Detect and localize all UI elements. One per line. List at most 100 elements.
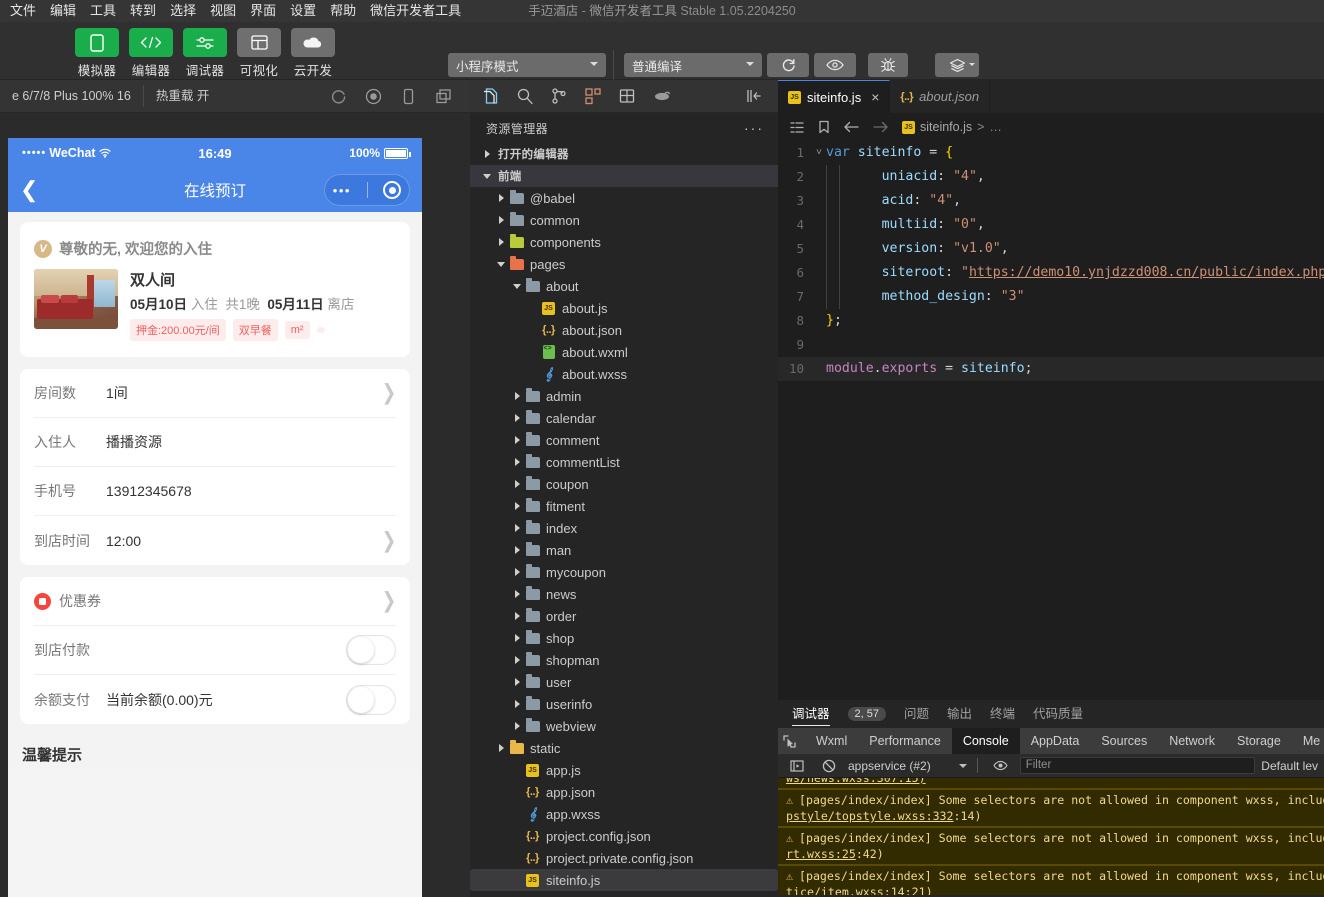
outline-icon[interactable] — [790, 121, 804, 134]
explorer-folder-row[interactable]: man — [470, 539, 778, 561]
window-icon[interactable] — [435, 88, 452, 105]
explorer-folder-row[interactable]: static — [470, 737, 778, 759]
explorer-folder-row[interactable]: pages — [470, 253, 778, 275]
source-control-icon[interactable] — [550, 87, 568, 105]
explorer-folder-row[interactable]: shop — [470, 627, 778, 649]
form-row-arrival[interactable]: 到店时间 12:00 ❯ — [34, 516, 396, 565]
chevron-right-icon[interactable] — [510, 502, 524, 510]
breadcrumb-file[interactable]: JS siteinfo.js > … — [902, 120, 1002, 134]
coupon-row[interactable]: 优惠券 ❯ — [34, 577, 396, 626]
code-line[interactable]: 7 method_design: "3" — [778, 285, 1324, 309]
toolbar-editor-button[interactable]: 编辑器 — [129, 28, 173, 79]
chevron-right-icon[interactable] — [494, 216, 508, 224]
explorer-folder-row[interactable]: commentList — [470, 451, 778, 473]
mode-select[interactable]: 小程序模式 — [448, 53, 606, 77]
console-context-select[interactable]: appservice (#2) — [848, 759, 967, 773]
close-icon[interactable]: × — [871, 89, 879, 105]
devtools-tab-storage[interactable]: Storage — [1226, 728, 1292, 754]
explorer-folder-row[interactable]: comment — [470, 429, 778, 451]
explorer-folder-row[interactable]: calendar — [470, 407, 778, 429]
tab-problems[interactable]: 问题 — [904, 700, 929, 728]
toolbar-simulator-button[interactable]: 模拟器 — [75, 28, 119, 79]
explorer-file-row[interactable]: JSapp.js — [470, 759, 778, 781]
devtools-tab-appdata[interactable]: AppData — [1020, 728, 1091, 754]
devtools-tab-console[interactable]: Console — [952, 728, 1020, 754]
console-link[interactable]: tice/item.wxss:14 — [786, 885, 905, 895]
explorer-file-row[interactable]: 𝄞about.wxss — [470, 363, 778, 385]
code-line[interactable]: 2 uniacid: "4", — [778, 165, 1324, 189]
phone-outline-icon[interactable] — [400, 88, 417, 105]
code-line[interactable]: 4 multiid: "0", — [778, 213, 1324, 237]
explorer-folder-row[interactable]: components — [470, 231, 778, 253]
chevron-right-icon[interactable] — [510, 414, 524, 422]
code-line[interactable]: 3 acid: "4", — [778, 189, 1324, 213]
chevron-right-icon[interactable] — [510, 722, 524, 730]
console-link[interactable]: ws/news.wxss:307:15) — [786, 778, 926, 785]
form-row-rooms[interactable]: 房间数 1间 ❯ — [34, 369, 396, 418]
eye-icon[interactable] — [988, 753, 1014, 779]
form-row-phone[interactable]: 手机号 13912345678 — [34, 467, 396, 516]
explorer-file-row[interactable]: {..}project.config.json — [470, 825, 778, 847]
chevron-right-icon[interactable] — [494, 194, 508, 202]
compile-button[interactable] — [767, 53, 809, 77]
console-warning-row[interactable]: ws/news.wxss:307:15) — [778, 778, 1324, 789]
menu-item-devtools[interactable]: 微信开发者工具 — [363, 0, 468, 22]
collapse-icon[interactable] — [746, 88, 762, 104]
console-warning-row[interactable]: ⚠[pages/index/index] Some selectors are … — [778, 865, 1324, 895]
record-icon[interactable] — [365, 88, 382, 105]
fold-icon[interactable]: ˅ — [812, 141, 826, 165]
search-icon[interactable] — [516, 87, 534, 105]
explorer-folder-row[interactable]: about — [470, 275, 778, 297]
chevron-right-icon[interactable] — [510, 590, 524, 598]
back-arrow-icon[interactable] — [844, 121, 859, 133]
menu-item-select[interactable]: 选择 — [163, 0, 203, 22]
more-options-icon[interactable]: ··· — [744, 120, 764, 136]
explorer-file-row[interactable]: about.wxml — [470, 341, 778, 363]
form-row-guest[interactable]: 入住人 播播资源 — [34, 418, 396, 467]
menu-item-edit[interactable]: 编辑 — [43, 0, 83, 22]
explorer-file-row[interactable]: {..}project.private.config.json — [470, 847, 778, 869]
tab-debugger[interactable]: 调试器 — [792, 700, 830, 728]
capsule-menu-icon[interactable]: ••• — [333, 183, 351, 198]
form-value-phone[interactable]: 13912345678 — [106, 483, 396, 499]
compile-select[interactable]: 普通编译 — [624, 53, 762, 77]
tab-output[interactable]: 输出 — [947, 700, 972, 728]
toolbar-visual-button[interactable]: 可视化 — [237, 28, 281, 79]
code-area[interactable]: 1˅var siteinfo = {2 uniacid: "4",3 acid:… — [778, 141, 1324, 381]
chevron-right-icon[interactable] — [510, 568, 524, 576]
pay-at-hotel-row[interactable]: 到店付款 — [34, 626, 396, 675]
devtools-tab-memory[interactable]: Me — [1292, 728, 1324, 754]
menu-item-interface[interactable]: 界面 — [243, 0, 283, 22]
menu-item-help[interactable]: 帮助 — [323, 0, 363, 22]
chevron-right-icon[interactable] — [510, 392, 524, 400]
chevron-right-icon[interactable] — [510, 612, 524, 620]
explorer-section-frontend[interactable]: 前端 — [470, 165, 778, 187]
explorer-folder-row[interactable]: coupon — [470, 473, 778, 495]
explorer-file-row[interactable]: {..}app.json — [470, 781, 778, 803]
console-link[interactable]: rt.wxss:25 — [786, 847, 856, 861]
bookmark-icon[interactable] — [818, 120, 830, 134]
wechat-capsule[interactable]: ••• — [324, 174, 410, 206]
inspect-element-icon[interactable] — [782, 728, 797, 754]
chevron-down-icon[interactable] — [510, 284, 524, 289]
menu-item-tools[interactable]: 工具 — [83, 0, 123, 22]
balance-pay-row[interactable]: 余额支付 当前余额(0.00)元 — [34, 675, 396, 724]
console-output[interactable]: ws/news.wxss:307:15) ⚠[pages/index/index]… — [778, 778, 1324, 895]
pay-at-hotel-toggle[interactable] — [346, 635, 396, 665]
device-select[interactable]: e 6/7/8 Plus 100% 16 — [0, 80, 143, 113]
console-warning-row[interactable]: ⚠[pages/index/index] Some selectors are … — [778, 789, 1324, 827]
refresh-icon[interactable] — [330, 88, 347, 105]
code-line[interactable]: 10module.exports = siteinfo; — [778, 357, 1324, 381]
explorer-file-row[interactable]: JSsiteinfo.js — [470, 869, 778, 891]
target-icon[interactable] — [383, 181, 401, 199]
clear-cache-button[interactable] — [935, 53, 979, 77]
explorer-file-row[interactable]: {..}about.json — [470, 319, 778, 341]
console-level-select[interactable]: Default lev — [1261, 759, 1318, 773]
split-icon[interactable] — [618, 87, 636, 105]
form-value-guest[interactable]: 播播资源 — [106, 432, 396, 452]
explorer-folder-row[interactable]: shopman — [470, 649, 778, 671]
menu-item-goto[interactable]: 转到 — [123, 0, 163, 22]
docker-icon[interactable] — [652, 87, 672, 105]
clear-console-icon[interactable] — [816, 753, 842, 779]
explorer-folder-row[interactable]: admin — [470, 385, 778, 407]
